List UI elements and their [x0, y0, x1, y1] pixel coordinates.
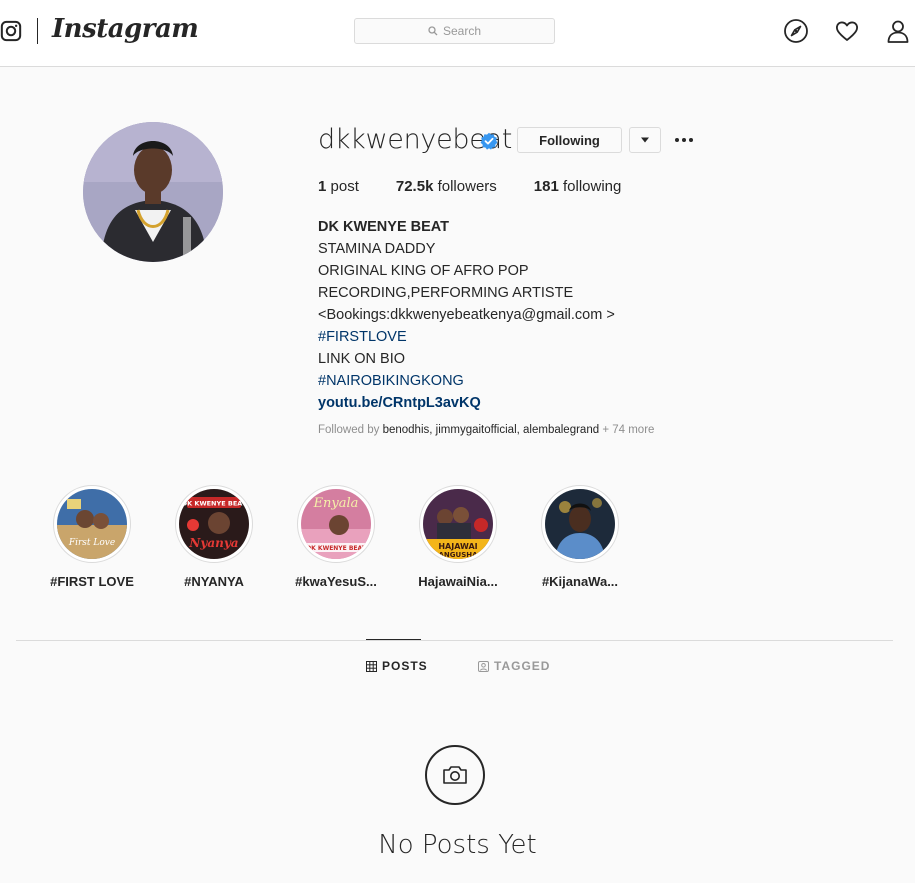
svg-text:First Love: First Love: [68, 538, 115, 548]
explore-compass-icon[interactable]: [783, 18, 809, 44]
highlight-ring: Enyala DK KWENYE BEAT: [297, 485, 375, 563]
highlight-item[interactable]: First Love #FIRST LOVE: [37, 485, 147, 589]
search-placeholder: Search: [442, 24, 482, 38]
bio-external-link[interactable]: youtu.be/CRntpL3avKQ: [318, 392, 615, 414]
search-input[interactable]: Search: [354, 18, 555, 44]
bio-line: ORIGINAL KING OF AFRO POP: [318, 263, 529, 279]
tagged-icon: [478, 660, 489, 672]
empty-state-title: No Posts Yet: [378, 830, 537, 860]
instagram-wordmark[interactable]: Instagram: [52, 14, 199, 44]
svg-text:Enyala: Enyala: [313, 496, 359, 511]
bio-line: LINK ON BIO: [318, 351, 406, 367]
following-label: following: [562, 178, 622, 195]
highlight-label: #kwaYesuS...: [295, 574, 377, 589]
followed-by-line[interactable]: Followed by benodhis, jimmygaitofficial,…: [318, 424, 654, 436]
tabs-divider: [16, 640, 893, 641]
followed-by-user[interactable]: benodhis: [383, 424, 430, 436]
nav-divider: [37, 18, 38, 44]
followers-count: 72.5k: [395, 178, 434, 195]
highlight-ring: DK KWENYE BEAT Nyanya: [175, 485, 253, 563]
following-count: 181: [533, 178, 559, 195]
highlight-cover: Enyala DK KWENYE BEAT: [301, 489, 371, 559]
highlight-item[interactable]: #KijanaWa...: [525, 485, 635, 589]
top-nav: Instagram Search: [0, 0, 915, 67]
followed-by-user[interactable]: alembalegrand: [523, 424, 599, 436]
highlight-label: #KijanaWa...: [541, 574, 619, 589]
bio-full-name: DK KWENYE BEAT: [318, 219, 450, 235]
tab-tagged[interactable]: TAGGED: [478, 659, 550, 673]
followed-by-more[interactable]: + 74 more: [602, 424, 654, 436]
posts-count: 1: [318, 178, 327, 195]
tab-tagged-label: TAGGED: [494, 659, 551, 673]
highlight-ring: HAJAWAI ANGUSHA: [419, 485, 497, 563]
highlight-cover: First Love: [57, 489, 127, 559]
highlight-item[interactable]: Enyala DK KWENYE BEAT #kwaYesuS...: [281, 485, 391, 589]
followers-label: followers: [437, 178, 497, 195]
highlight-label: #FIRST LOVE: [50, 574, 134, 589]
followers-stat[interactable]: 72.5k followers: [396, 178, 497, 195]
highlight-item[interactable]: DK KWENYE BEAT Nyanya #NYANYA: [159, 485, 269, 589]
followed-by-prefix: Followed by: [318, 424, 380, 436]
avatar-photo: [83, 122, 223, 262]
following-button[interactable]: Following: [517, 127, 622, 153]
profile-bio: DK KWENYE BEAT STAMINA DADDY ORIGINAL KI…: [318, 216, 615, 414]
posts-stat: 1 post: [318, 178, 359, 195]
bio-hashtag-nairobikingkong[interactable]: #NAIROBIKINGKONG: [318, 370, 615, 392]
highlight-ring: [541, 485, 619, 563]
highlight-cover: [545, 489, 615, 559]
highlight-label: HajawaiNia...: [418, 574, 498, 589]
tab-posts[interactable]: POSTS: [366, 659, 428, 673]
grid-icon: [366, 660, 377, 672]
bio-hashtag-firstlove[interactable]: #FIRSTLOVE: [318, 326, 615, 348]
svg-text:Nyanya: Nyanya: [188, 536, 238, 550]
highlight-item[interactable]: HAJAWAI ANGUSHA HajawaiNia...: [403, 485, 513, 589]
empty-state-camera: [425, 745, 485, 805]
bio-line: RECORDING,PERFORMING ARTISTE: [318, 285, 574, 301]
verified-badge-icon: [480, 132, 498, 150]
bio-line: <Bookings:dkkwenyebeatkenya@gmail.com >: [318, 307, 615, 323]
followed-by-user[interactable]: jimmygaitofficial: [436, 424, 517, 436]
caret-down-icon: [641, 137, 649, 143]
svg-text:DK KWENYE BEAT: DK KWENYE BEAT: [182, 500, 247, 508]
svg-text:HAJAWAI: HAJAWAI: [438, 542, 477, 551]
suggestions-dropdown-button[interactable]: [629, 127, 661, 153]
bio-line: STAMINA DADDY: [318, 241, 436, 257]
search-icon: [428, 26, 438, 36]
heart-activity-icon[interactable]: [834, 18, 860, 44]
svg-text:DK KWENYE BEAT: DK KWENYE BEAT: [306, 545, 366, 552]
svg-text:ANGUSHA: ANGUSHA: [438, 551, 478, 559]
profile-user-icon[interactable]: [885, 18, 911, 44]
active-tab-indicator: [366, 639, 421, 640]
highlight-cover: DK KWENYE BEAT Nyanya: [179, 489, 249, 559]
posts-label: post: [330, 178, 359, 195]
camera-icon: [443, 766, 467, 784]
highlight-label: #NYANYA: [184, 574, 244, 589]
highlight-cover: HAJAWAI ANGUSHA: [423, 489, 493, 559]
instagram-logo-icon[interactable]: [0, 20, 22, 42]
profile-stats: 1 post 72.5k followers 181 following: [318, 178, 621, 195]
profile-avatar[interactable]: [83, 122, 223, 262]
highlight-ring: First Love: [53, 485, 131, 563]
following-stat[interactable]: 181 following: [534, 178, 622, 195]
more-options-icon[interactable]: [674, 130, 694, 150]
tab-posts-label: POSTS: [382, 659, 428, 673]
